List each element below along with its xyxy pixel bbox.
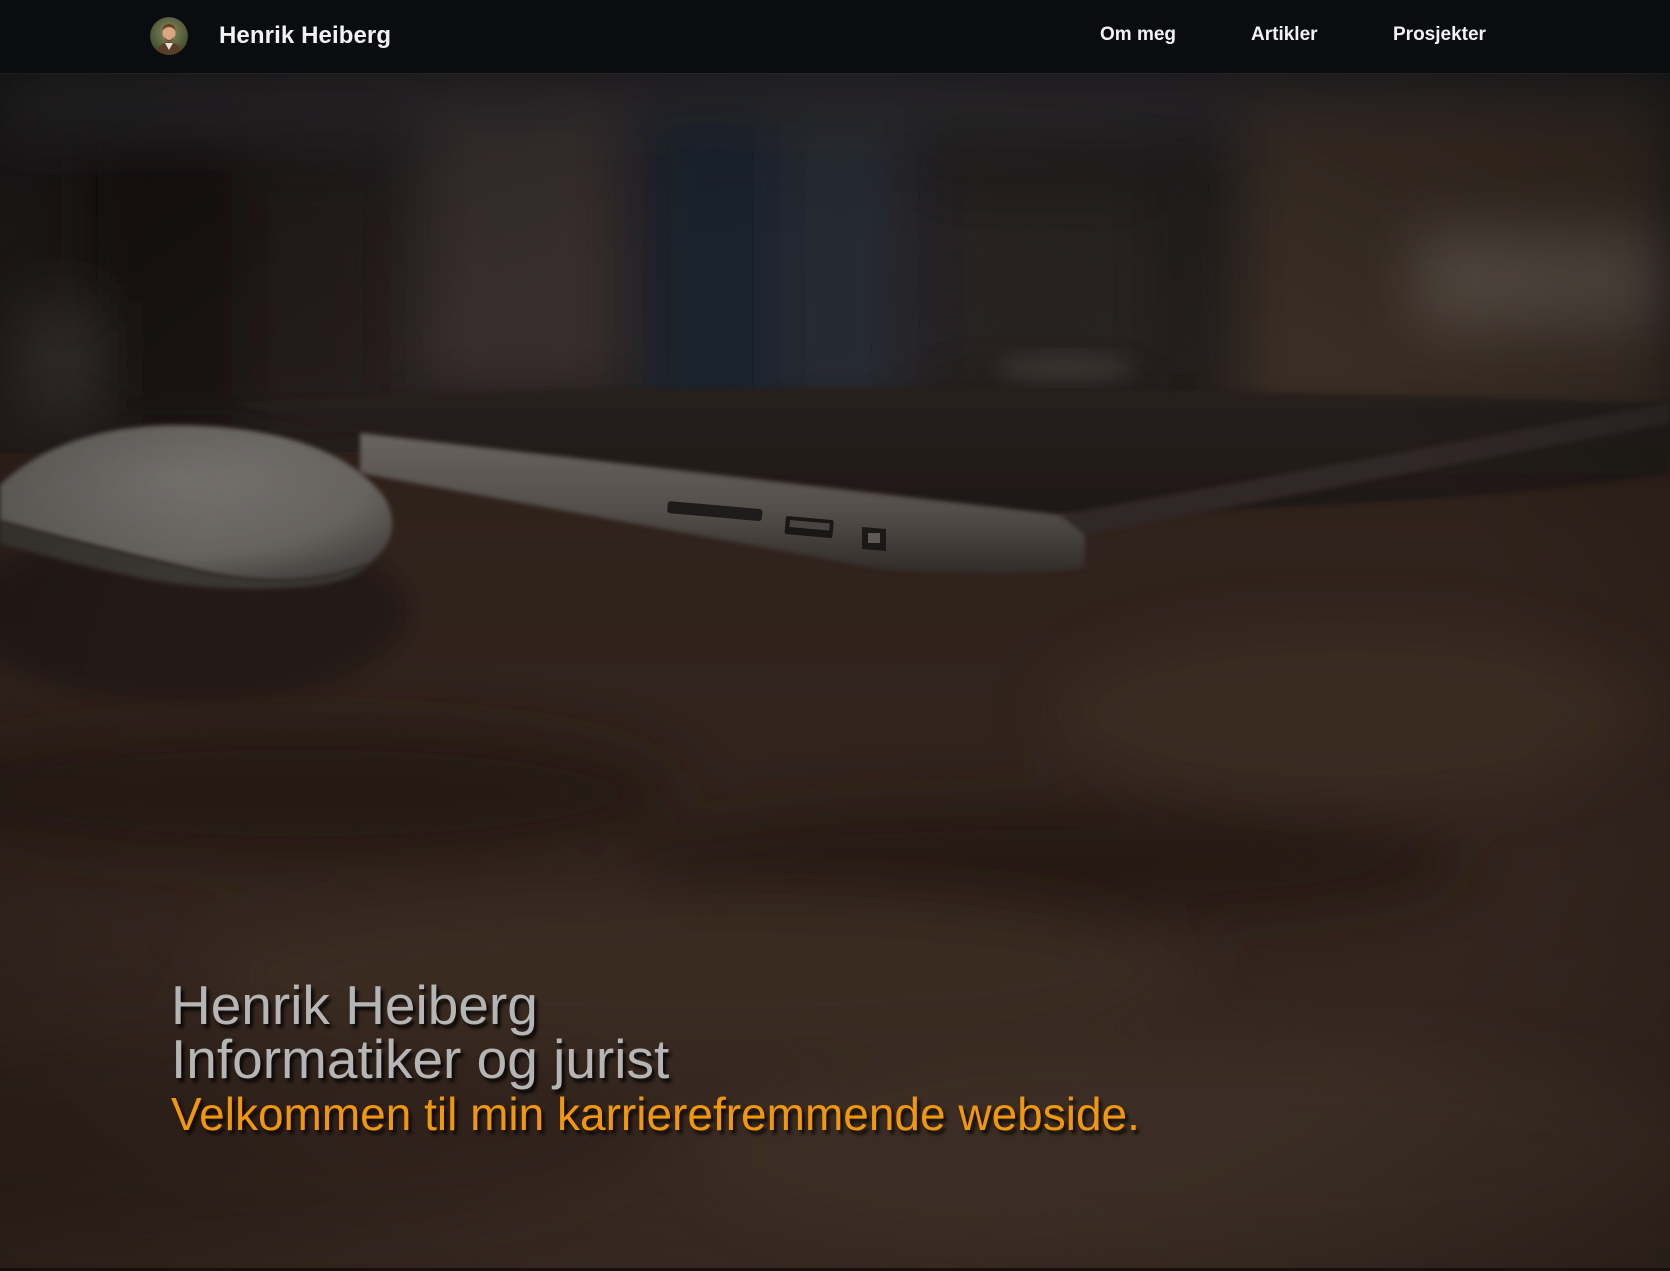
nav-link-artikler[interactable]: Artikler — [1251, 24, 1318, 46]
nav-menu: Om meg Artikler Prosjekter — [0, 24, 1670, 50]
hero-role: Informatiker og jurist — [171, 1028, 670, 1090]
page: Henrik Heiberg Om meg Artikler Prosjekte… — [0, 0, 1670, 1271]
hero-section: Henrik Heiberg Informatiker og jurist Ve… — [0, 73, 1670, 1271]
nav-link-om-meg[interactable]: Om meg — [1100, 24, 1176, 46]
hero-welcome-message: Velkommen til min karrierefremmende webs… — [171, 1088, 1140, 1140]
hero-name: Henrik Heiberg — [171, 974, 538, 1036]
nav-link-prosjekter[interactable]: Prosjekter — [1393, 24, 1486, 46]
top-navbar: Henrik Heiberg Om meg Artikler Prosjekte… — [0, 0, 1670, 73]
hero-text-block: Henrik Heiberg Informatiker og jurist Ve… — [171, 974, 1140, 1141]
